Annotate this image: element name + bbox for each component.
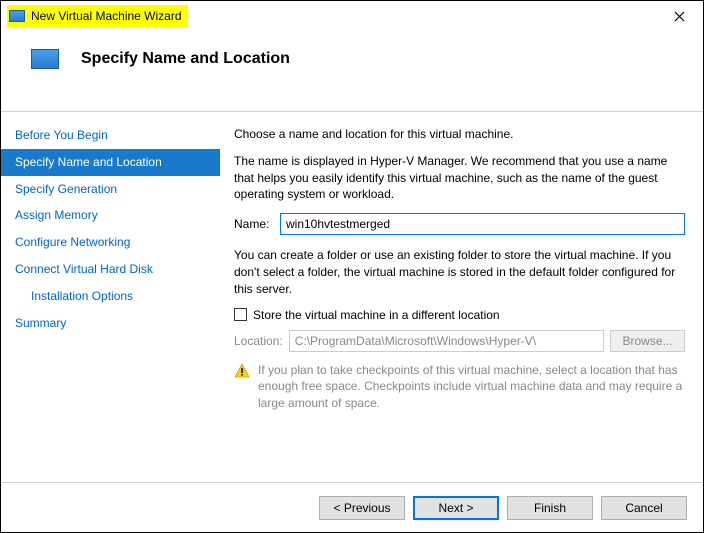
name-row: Name: — [234, 213, 685, 235]
sidebar-item-installation-options[interactable]: Installation Options — [1, 283, 220, 310]
wizard-content: Choose a name and location for this virt… — [220, 111, 703, 482]
location-label: Location: — [234, 334, 283, 348]
store-checkbox-row[interactable]: Store the virtual machine in a different… — [234, 308, 685, 322]
wizard-footer: < Previous Next > Finish Cancel — [1, 482, 703, 532]
page-title: Specify Name and Location — [81, 50, 290, 68]
store-checkbox-label: Store the virtual machine in a different… — [253, 308, 500, 322]
intro-text: Choose a name and location for this virt… — [234, 126, 685, 143]
name-label: Name: — [234, 217, 280, 231]
previous-button[interactable]: < Previous — [319, 496, 405, 520]
sidebar-item-summary[interactable]: Summary — [1, 310, 220, 337]
folder-help-text: You can create a folder or use an existi… — [234, 247, 685, 297]
name-help-text: The name is displayed in Hyper-V Manager… — [234, 153, 685, 203]
sidebar-item-before-begin[interactable]: Before You Begin — [1, 122, 220, 149]
finish-button[interactable]: Finish — [507, 496, 593, 520]
next-button[interactable]: Next > — [413, 496, 499, 520]
wizard-header: Specify Name and Location — [1, 31, 703, 87]
sidebar-item-assign-memory[interactable]: Assign Memory — [1, 202, 220, 229]
sidebar-item-configure-networking[interactable]: Configure Networking — [1, 229, 220, 256]
warning-icon — [234, 363, 250, 379]
app-icon — [9, 10, 25, 22]
sidebar-item-specify-generation[interactable]: Specify Generation — [1, 176, 220, 203]
titlebar: New Virtual Machine Wizard — [1, 1, 703, 31]
wizard-body: Before You Begin Specify Name and Locati… — [1, 111, 703, 482]
store-checkbox[interactable] — [234, 308, 247, 321]
wizard-icon — [31, 49, 59, 69]
window-title: New Virtual Machine Wizard — [31, 9, 182, 23]
wizard-sidebar: Before You Begin Specify Name and Locati… — [1, 111, 220, 482]
warning-text: If you plan to take checkpoints of this … — [258, 362, 685, 412]
sidebar-item-connect-vhd[interactable]: Connect Virtual Hard Disk — [1, 256, 220, 283]
title-highlight: New Virtual Machine Wizard — [7, 5, 188, 27]
warning-row: If you plan to take checkpoints of this … — [234, 362, 685, 412]
name-input[interactable] — [280, 213, 685, 235]
location-row: Location: Browse... — [234, 330, 685, 352]
sidebar-item-specify-name[interactable]: Specify Name and Location — [1, 149, 220, 176]
close-button[interactable] — [659, 3, 699, 29]
location-input — [289, 330, 604, 352]
cancel-button[interactable]: Cancel — [601, 496, 687, 520]
browse-button: Browse... — [610, 330, 685, 352]
